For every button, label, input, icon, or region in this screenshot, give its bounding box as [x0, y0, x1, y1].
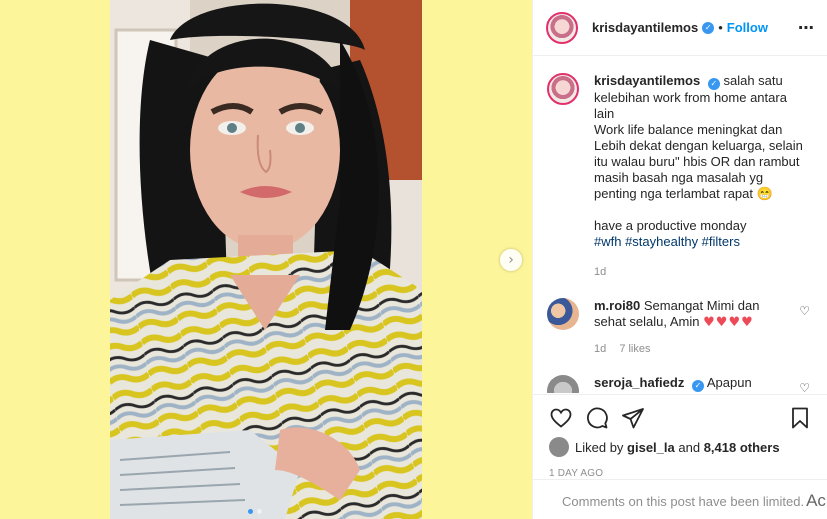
comments-limited-text: Comments on this post have been limited.: [562, 494, 805, 509]
share-icon[interactable]: [621, 406, 645, 430]
ac-watermark: Ac: [806, 491, 826, 510]
post-side-panel: krisdayantilemos ✓ • Follow ⋯ krisdayant…: [532, 0, 827, 519]
post-photo[interactable]: [110, 0, 422, 519]
verified-badge-icon: ✓: [707, 78, 720, 90]
post-actions: Liked by gisel_la and 8,418 others 1 day…: [533, 394, 827, 479]
verified-badge-icon: ✓: [702, 21, 715, 34]
next-photo-button[interactable]: ›: [500, 249, 522, 271]
likes-prefix: Liked by: [575, 439, 624, 455]
caption-username[interactable]: krisdayantilemos: [594, 73, 700, 88]
carousel-dot: [257, 509, 262, 514]
chevron-right-icon: ›: [508, 252, 514, 268]
comment-meta: 1d 7 likes: [594, 341, 789, 357]
post-header: krisdayantilemos ✓ • Follow ⋯: [533, 0, 827, 56]
likes-count[interactable]: 8,418 others: [704, 440, 780, 455]
comment-like-heart-icon[interactable]: ♡: [799, 381, 810, 393]
liker-username[interactable]: gisel_la: [627, 440, 675, 455]
comment-item: seroja_hafiedz ✓ Apapun ♡: [547, 375, 812, 393]
liker-avatar[interactable]: [549, 437, 569, 457]
more-icon[interactable]: ⋯: [798, 18, 815, 37]
selfie-image: [110, 0, 422, 519]
comment-username[interactable]: seroja_hafiedz: [594, 375, 684, 390]
comments-list[interactable]: krisdayantilemos ✓ salah satu kelebihan …: [533, 57, 827, 393]
verified-badge-icon: ✓: [691, 380, 704, 392]
carousel-dot-active: [248, 509, 253, 514]
comment-text: Apapun: [706, 375, 752, 390]
grin-emoji-icon: 😁: [756, 186, 773, 201]
comment-likes[interactable]: 7 likes: [619, 343, 650, 355]
heart-icon[interactable]: [549, 406, 573, 430]
caption: krisdayantilemos ✓ salah satu kelebihan …: [547, 73, 812, 280]
caption-avatar[interactable]: [547, 73, 579, 105]
comment-time[interactable]: 1d: [594, 343, 606, 355]
separator-dot: •: [718, 20, 723, 35]
comment-like-heart-icon[interactable]: ♡: [799, 304, 810, 318]
bookmark-icon[interactable]: [788, 406, 812, 430]
comment-item: m.roi80 Semangat Mimi dan sehat selalu, …: [547, 298, 812, 357]
author-avatar[interactable]: [546, 11, 578, 44]
likes-summary: Liked by gisel_la and 8,418 others: [549, 437, 812, 457]
caption-time[interactable]: 1d: [594, 264, 808, 280]
comments-limited-notice: Comments on this post have been limited.…: [533, 479, 827, 519]
follow-button[interactable]: Follow: [727, 20, 768, 35]
commenter-avatar[interactable]: [547, 375, 579, 393]
author-username[interactable]: krisdayantilemos: [592, 20, 698, 35]
comment-username[interactable]: m.roi80: [594, 298, 640, 313]
post-timestamp[interactable]: 1 day ago: [549, 468, 812, 479]
red-hearts-emoji: ♥♥♥♥: [703, 315, 754, 330]
commenter-avatar[interactable]: [547, 298, 579, 330]
carousel-dots: [248, 509, 262, 514]
caption-hashtags[interactable]: #wfh #stayhealthy #filters: [594, 234, 740, 249]
comment-icon[interactable]: [585, 406, 609, 430]
likes-and: and: [678, 439, 701, 455]
caption-text-3: have a productive monday: [594, 218, 747, 233]
